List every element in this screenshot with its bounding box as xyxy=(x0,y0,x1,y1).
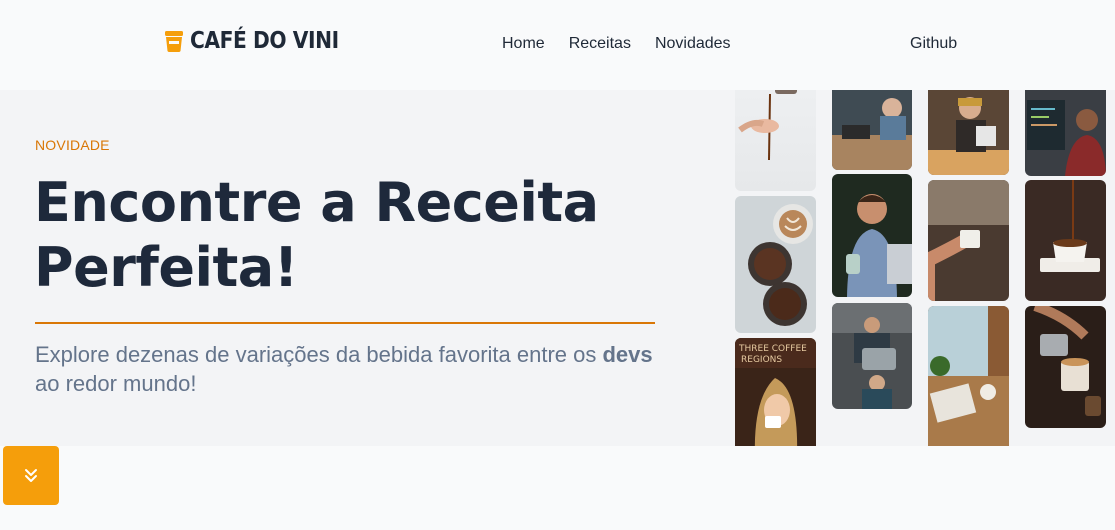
hero-desc-bold: devs xyxy=(602,342,653,367)
nav-link-home[interactable]: Home xyxy=(502,34,545,54)
developer-laptop-photo xyxy=(1025,90,1106,176)
barista-woman-photo xyxy=(928,90,1009,175)
coffee-pour-hand-photo xyxy=(735,90,816,191)
hero-divider xyxy=(35,322,655,324)
hero-section: NOVIDADE Encontre a Receita Perfeita! Ex… xyxy=(0,90,1115,446)
barista-counter-photo xyxy=(832,303,912,409)
window-table-photo xyxy=(928,306,1009,446)
hero-desc-after: ao redor mundo! xyxy=(35,371,197,396)
main-nav: Home Receitas Novidades xyxy=(502,34,731,54)
woman-drinking-coffee-photo: THREE COFFEE REGIONS xyxy=(735,338,816,446)
brand-name: CAFÉ DO VINI xyxy=(190,28,339,54)
scroll-down-button[interactable] xyxy=(3,446,59,505)
hero-description: Explore dezenas de variações da bebida f… xyxy=(35,340,675,398)
smiling-man-laptop-photo xyxy=(832,174,912,297)
coffee-shop-table-photo xyxy=(832,90,912,170)
brand-logo[interactable]: CAFÉ DO VINI xyxy=(164,26,359,56)
hero-title: Encontre a Receita Perfeita! xyxy=(34,170,674,300)
hero-kicker: NOVIDADE xyxy=(35,137,110,153)
latte-art-pour-photo xyxy=(1025,306,1106,428)
site-header: CAFÉ DO VINI Home Receitas Novidades Git… xyxy=(0,0,1115,90)
hero-desc-before: Explore dezenas de variações da bebida f… xyxy=(35,342,603,367)
pouring-cup-photo xyxy=(1025,180,1106,301)
coffee-cup-icon xyxy=(165,31,183,52)
hand-cup-photo xyxy=(928,180,1009,301)
svg-text:REGIONS: REGIONS xyxy=(741,355,782,365)
github-link[interactable]: Github xyxy=(910,34,957,54)
latte-beans-photo xyxy=(735,196,816,333)
nav-link-novidades[interactable]: Novidades xyxy=(655,34,731,54)
chevrons-down-icon xyxy=(25,468,37,482)
svg-text:THREE COFFEE: THREE COFFEE xyxy=(738,344,807,354)
hero-title-line1: Encontre a Receita xyxy=(34,171,599,234)
nav-link-receitas[interactable]: Receitas xyxy=(569,34,631,54)
hero-title-line2: Perfeita! xyxy=(34,236,298,299)
